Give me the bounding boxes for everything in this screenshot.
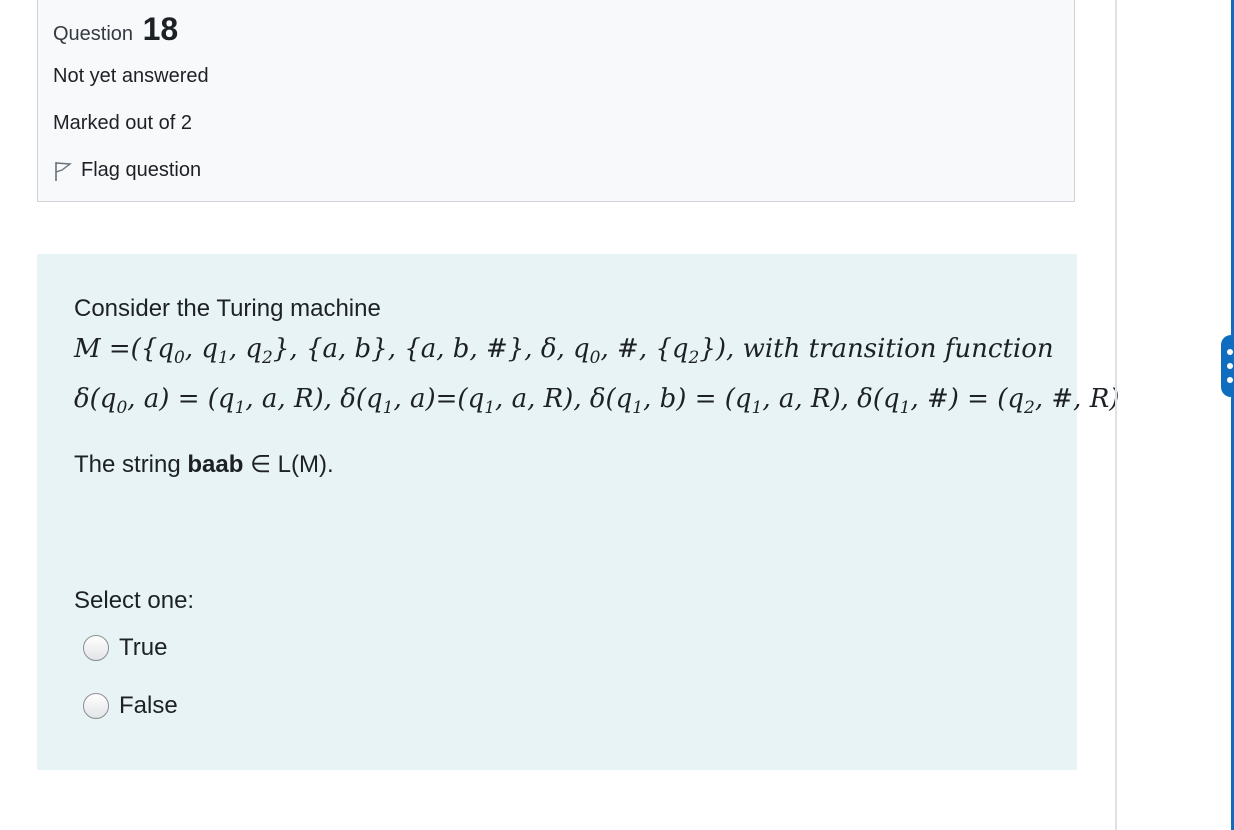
question-intro: Consider the Turing machine (74, 295, 381, 322)
transition-function: δ(q0, a) = (q1, a, R), δ(q1, a)=(q1, a, … (74, 384, 1120, 419)
flag-question-link[interactable]: Flag question (53, 159, 201, 182)
radio-true[interactable] (83, 635, 109, 661)
statement-suffix: ∈ L(M). (250, 451, 334, 478)
flag-icon (55, 161, 72, 181)
question-content: Consider the Turing machine M =({q0, q1,… (37, 254, 1119, 770)
question-info-panel: Question 18 Not yet answered Marked out … (37, 0, 1075, 202)
question-number: Question 18 (53, 11, 178, 48)
question-state: Not yet answered (53, 65, 209, 87)
question-label: Question (53, 23, 134, 45)
question-grade: Marked out of 2 (53, 112, 192, 134)
statement-prefix: The string (74, 451, 181, 478)
radio-false[interactable] (83, 693, 109, 719)
machine-definition: M =({q0, q1, q2}, {a, b}, {a, b, #}, δ, … (74, 334, 1054, 369)
option-true-label: True (119, 634, 168, 661)
dots-icon-dot (1227, 363, 1233, 369)
dots-icon (1227, 349, 1233, 355)
option-false-label: False (119, 692, 178, 719)
question-statement: The string baab ∈ L(M). (74, 450, 334, 479)
dots-icon-dot (1227, 377, 1233, 383)
flag-question-label: Flag question (81, 159, 202, 181)
option-false[interactable]: False (83, 692, 178, 720)
drawer-toggle-button[interactable] (1221, 335, 1234, 397)
content-divider (1115, 0, 1117, 830)
question-number-value: 18 (142, 11, 179, 47)
answer-prompt: Select one: (74, 587, 195, 614)
option-true[interactable]: True (83, 634, 167, 662)
statement-string: baab (187, 451, 244, 478)
